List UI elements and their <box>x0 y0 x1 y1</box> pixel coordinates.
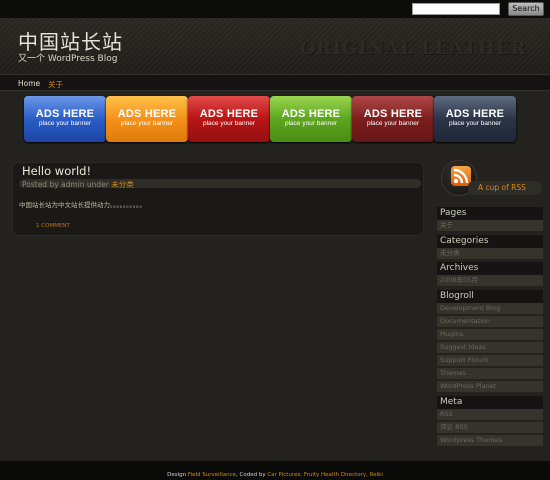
post-comments-link[interactable]: 1 COMMENT <box>36 223 70 229</box>
ad-subtitle: place your banner <box>38 120 92 127</box>
ad-subtitle: place your banner <box>366 120 420 127</box>
ad-title: ADS HERE <box>35 108 95 120</box>
widget-title-blogroll: Blogroll <box>437 290 543 303</box>
rss-widget[interactable]: A cup of RSS <box>438 158 542 198</box>
footer-credits: Design Field Surveillance, Coded by Car … <box>167 472 383 478</box>
ad-banner-red[interactable]: ADS HERE place your banner <box>188 96 270 142</box>
blogroll-link-wordpress-planet[interactable]: WordPress Planet <box>437 381 543 392</box>
nav-item-home[interactable]: Home <box>18 79 40 88</box>
blogroll-link-development-blog[interactable]: Development Blog <box>437 303 543 314</box>
rss-label[interactable]: A cup of RSS <box>478 183 526 192</box>
ad-subtitle: place your banner <box>202 120 256 127</box>
ad-title: ADS HERE <box>445 108 505 120</box>
sidebar-link-about[interactable]: 关于 <box>437 220 543 231</box>
sidebar-link-uncategorized[interactable]: 未分类 <box>437 248 543 259</box>
ad-subtitle: place your banner <box>284 120 338 127</box>
ad-subtitle: place your banner <box>448 120 502 127</box>
footer-designer-link[interactable]: Field Surveillance <box>188 472 236 478</box>
top-bar: Search <box>0 0 550 18</box>
blogroll-link-suggest-ideas[interactable]: Suggest Ideas <box>437 342 543 353</box>
footer-coded-label: , Coded by <box>236 472 266 478</box>
post-meta: Posted by admin under 未分类 <box>22 179 134 190</box>
blogroll-link-themes[interactable]: Themes <box>437 368 543 379</box>
site-tagline: 又一个 WordPress Blog <box>18 54 118 64</box>
post-title[interactable]: Hello world! <box>22 164 91 178</box>
rss-label-bar: A cup of RSS <box>468 181 542 195</box>
sidebar-link-archive-2008-05[interactable]: 2008年05月 <box>437 275 543 286</box>
ad-title: ADS HERE <box>363 108 423 120</box>
post-meta-bar: Posted by admin under 未分类 <box>19 179 421 190</box>
main-nav: Home 关于 <box>0 74 550 91</box>
blogroll-link-documentation[interactable]: Documentation <box>437 316 543 327</box>
post-meta-prefix: Posted by admin under <box>22 180 109 189</box>
header-watermark: ORIGINAL LEATHER <box>300 38 527 59</box>
post-category-link[interactable]: 未分类 <box>111 180 134 189</box>
ad-title: ADS HERE <box>281 108 341 120</box>
site-header: 中国站长站 又一个 WordPress Blog ORIGINAL LEATHE… <box>0 18 550 74</box>
ad-banner-blue[interactable]: ADS HERE place your banner <box>24 96 106 142</box>
search-button[interactable]: Search <box>508 2 544 16</box>
blogroll-link-support-forum[interactable]: Support Forum <box>437 355 543 366</box>
meta-link-rss[interactable]: RSS <box>437 409 543 420</box>
widget-title-meta: Meta <box>437 396 543 409</box>
widget-title-pages: Pages <box>437 207 543 220</box>
footer-links[interactable]: Car Pictures, Fruity Health Directory, R… <box>267 472 383 478</box>
meta-link-wordpress-themes[interactable]: Wordpress Themes <box>437 435 543 446</box>
post-body: 中国站长站为中文站长提供动力。。。。。。。。。。 <box>19 201 146 209</box>
widget-title-categories: Categories <box>437 235 543 248</box>
footer-design-label: Design <box>167 472 187 478</box>
site-footer: Design Field Surveillance, Coded by Car … <box>0 461 550 480</box>
widget-title-archives: Archives <box>437 262 543 275</box>
ad-banner-green[interactable]: ADS HERE place your banner <box>270 96 352 142</box>
ad-subtitle: place your banner <box>120 120 174 127</box>
nav-item-about[interactable]: 关于 <box>48 79 63 90</box>
ad-banner-maroon[interactable]: ADS HERE place your banner <box>352 96 434 142</box>
meta-link-comments-rss[interactable]: 评论 RSS <box>437 422 543 433</box>
blogroll-link-plugins[interactable]: Plugins <box>437 329 543 340</box>
search-input[interactable] <box>412 3 500 15</box>
ad-title: ADS HERE <box>199 108 259 120</box>
post: Hello world! Posted by admin under 未分类 中… <box>12 162 424 236</box>
ad-banner-navy[interactable]: ADS HERE place your banner <box>434 96 516 142</box>
ad-banner-orange[interactable]: ADS HERE place your banner <box>106 96 188 142</box>
ad-title: ADS HERE <box>117 108 177 120</box>
